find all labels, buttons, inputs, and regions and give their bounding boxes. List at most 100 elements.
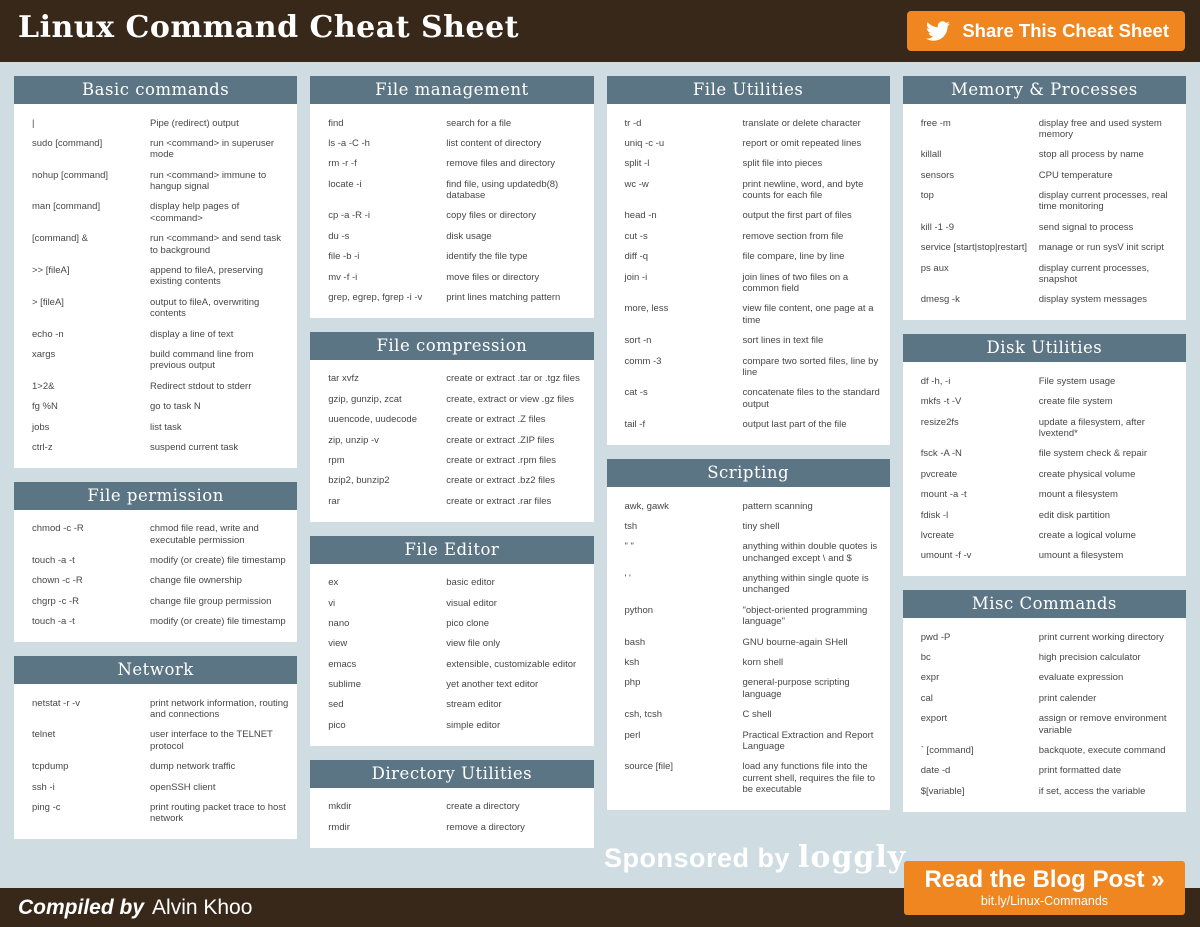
command-row: ' 'anything within single quote is uncha… (625, 569, 882, 601)
command-description: CPU temperature (1039, 170, 1178, 181)
command-row: free -mdisplay free and used system memo… (921, 113, 1178, 145)
command-row: sublimeyet another text editor (328, 675, 585, 695)
command-description: print calender (1039, 693, 1178, 704)
command-description: move files or directory (446, 272, 585, 283)
command-name: emacs (328, 659, 446, 670)
command-description: display free and used system memory (1039, 118, 1178, 141)
author-name: Alvin Khoo (152, 896, 252, 920)
command-description: display current processes, real time mon… (1039, 190, 1178, 213)
command-name: fdisk -l (921, 510, 1039, 521)
command-name: tcpdump (32, 761, 150, 772)
command-name: tr -d (625, 118, 743, 129)
command-description: output the first part of files (743, 210, 882, 221)
read-blog-button[interactable]: Read the Blog Post » bit.ly/Linux-Comman… (904, 861, 1185, 915)
command-row: df -h, -iFile system usage (921, 371, 1178, 391)
command-row: tr -dtranslate or delete character (625, 113, 882, 133)
command-row: pvcreatecreate physical volume (921, 464, 1178, 484)
command-description: run <command> immune to hangup signal (150, 170, 289, 193)
command-name: ls -a -C -h (328, 138, 446, 149)
command-description: mount a filesystem (1039, 489, 1178, 500)
command-name: fsck -A -N (921, 448, 1039, 459)
command-row: join -ijoin lines of two files on a comm… (625, 267, 882, 299)
command-name: date -d (921, 765, 1039, 776)
command-row: service [start|stop|restart]manage or ru… (921, 238, 1178, 258)
section-file-compression: File compressiontar xvfzcreate or extrac… (310, 332, 593, 522)
command-name: $[variable] (921, 786, 1039, 797)
command-description: compare two sorted files, line by line (743, 356, 882, 379)
command-row: |Pipe (redirect) output (32, 113, 289, 133)
section-title: Scripting (607, 459, 890, 487)
command-row: perlPractical Extraction and Report Lang… (625, 725, 882, 757)
command-name: join -i (625, 272, 743, 295)
command-name: zip, unzip -v (328, 435, 446, 446)
command-description: if set, access the variable (1039, 786, 1178, 797)
command-name: man [command] (32, 201, 150, 224)
command-row: lvcreatecreate a logical volume (921, 525, 1178, 545)
command-row: ping -cprint routing packet trace to hos… (32, 798, 289, 830)
command-name: bc (921, 652, 1039, 663)
section-title: Memory & Processes (903, 76, 1186, 104)
cheat-sheet-page: Linux Command Cheat Sheet Share This Che… (0, 0, 1200, 927)
command-row: calprint calender (921, 688, 1178, 708)
command-description: output last part of the file (743, 419, 882, 430)
command-row: sort -nsort lines in text file (625, 331, 882, 351)
section-scripting: Scriptingawk, gawkpattern scanningtshtin… (607, 459, 890, 810)
command-row: gzip, gunzip, zcatcreate, extract or vie… (328, 389, 585, 409)
command-row: xargsbuild command line from previous ou… (32, 344, 289, 376)
command-row: dmesg -kdisplay system messages (921, 290, 1178, 310)
command-row: rm -r -fremove files and directory (328, 154, 585, 174)
command-description: general-purpose scripting language (743, 677, 882, 700)
command-description: Pipe (redirect) output (150, 118, 289, 129)
command-description: yet another text editor (446, 679, 585, 690)
command-name: source [file] (625, 761, 743, 795)
command-row: nanopico clone (328, 613, 585, 633)
command-row: comm -3compare two sorted files, line by… (625, 351, 882, 383)
command-description: "object-oriented programming language" (743, 605, 882, 628)
command-row: " "anything within double quotes is unch… (625, 537, 882, 569)
share-button[interactable]: Share This Cheat Sheet (907, 11, 1185, 51)
command-description: umount a filesystem (1039, 550, 1178, 561)
command-name: perl (625, 730, 743, 753)
command-row: cat -sconcatenate files to the standard … (625, 383, 882, 415)
command-row: zip, unzip -vcreate or extract .ZIP file… (328, 430, 585, 450)
command-row: emacsextensible, customizable editor (328, 654, 585, 674)
command-description: print newline, word, and byte counts for… (743, 179, 882, 202)
command-name: tail -f (625, 419, 743, 430)
command-row: findsearch for a file (328, 113, 585, 133)
section-body: exbasic editorvivisual editornanopico cl… (310, 564, 593, 746)
command-name: pvcreate (921, 469, 1039, 480)
command-name: csh, tcsh (625, 709, 743, 720)
command-name: uuencode, uudecode (328, 414, 446, 425)
command-description: print lines matching pattern (446, 292, 585, 303)
command-row: tshtiny shell (625, 516, 882, 536)
command-description: run <command> and send task to backgroun… (150, 233, 289, 256)
section-basic-commands: Basic commands|Pipe (redirect) outputsud… (14, 76, 297, 468)
section-file-management: File managementfindsearch for a filels -… (310, 76, 593, 318)
command-description: tiny shell (743, 521, 882, 532)
command-description: dump network traffic (150, 761, 289, 772)
page-title: Linux Command Cheat Sheet (18, 10, 519, 45)
command-row: > [fileA]output to fileA, overwriting co… (32, 292, 289, 324)
command-description: update a filesystem, after lvextend* (1039, 417, 1178, 440)
command-name: umount -f -v (921, 550, 1039, 561)
command-name: rm -r -f (328, 158, 446, 169)
column-2: File managementfindsearch for a filels -… (310, 76, 593, 848)
command-row: more, lessview file content, one page at… (625, 299, 882, 331)
command-description: create a directory (446, 801, 585, 812)
command-description: sort lines in text file (743, 335, 882, 346)
command-description: concatenate files to the standard output (743, 387, 882, 410)
command-description: split file into pieces (743, 158, 882, 169)
command-row: grep, egrep, fgrep -i -vprint lines matc… (328, 288, 585, 308)
section-title: Network (14, 656, 297, 684)
command-description: chmod file read, write and executable pe… (150, 523, 289, 546)
command-name: sed (328, 699, 446, 710)
section-title: File Editor (310, 536, 593, 564)
command-name: ksh (625, 657, 743, 668)
command-name: sublime (328, 679, 446, 690)
command-row: du -sdisk usage (328, 226, 585, 246)
command-name: touch -a -t (32, 616, 150, 627)
command-name: more, less (625, 303, 743, 326)
command-name: locate -i (328, 179, 446, 202)
command-name: telnet (32, 729, 150, 752)
command-description: list task (150, 422, 289, 433)
